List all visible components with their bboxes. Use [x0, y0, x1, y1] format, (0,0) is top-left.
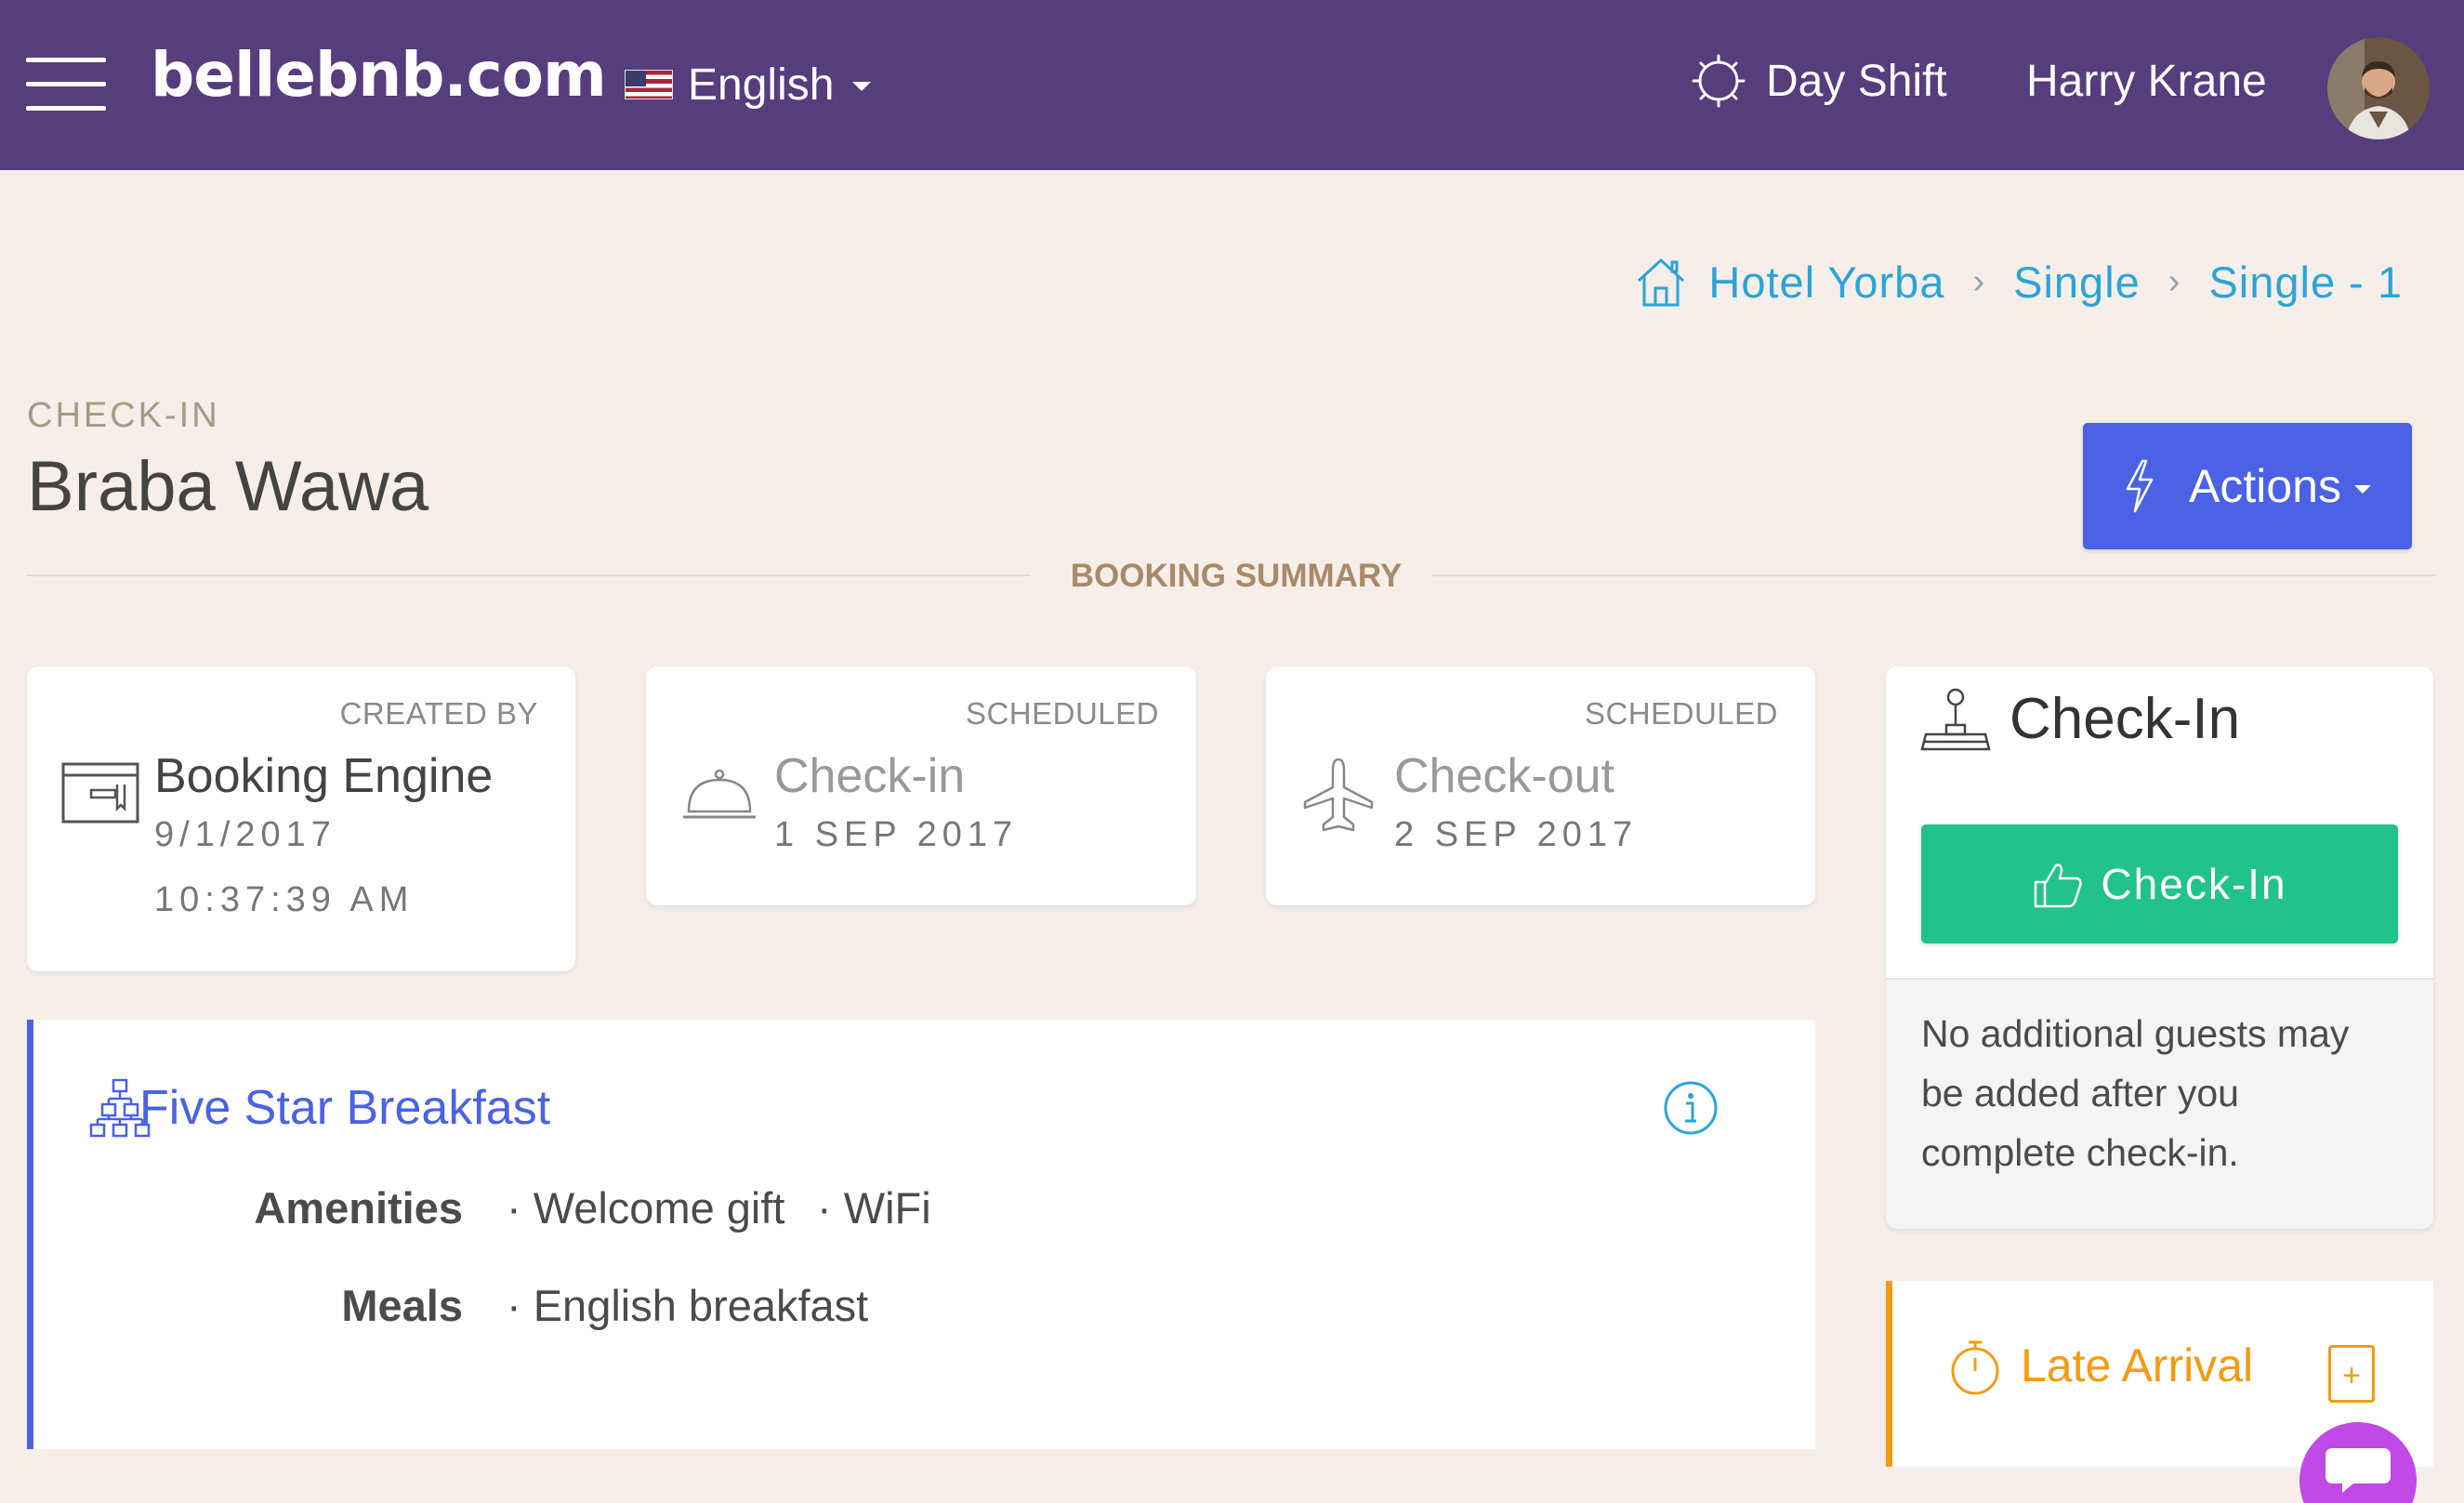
checkin-button-label: Check-In: [2101, 860, 2287, 908]
checkin-date: 1 SEP 2017: [774, 815, 1019, 854]
divider: [27, 574, 1031, 576]
card-tag: SCHEDULED: [1584, 696, 1778, 731]
stopwatch-icon: [1951, 1340, 1999, 1395]
card-tag: CREATED BY: [339, 696, 538, 731]
booking-engine-icon: [61, 762, 139, 824]
breadcrumb-room-type[interactable]: Single: [2013, 257, 2141, 308]
card-tag: SCHEDULED: [965, 696, 1159, 731]
card-title: Check-in: [774, 749, 966, 803]
meals-label: Meals: [341, 1281, 463, 1330]
created-by-card: CREATED BY Booking Engine 9/1/2017 10:37…: [27, 666, 575, 971]
breadcrumb-separator: ›: [1972, 261, 1986, 301]
shift-indicator[interactable]: Day Shift: [1692, 48, 1947, 113]
section-title: BOOKING SUMMARY: [1070, 558, 1403, 594]
meal-item: · English breakfast: [507, 1281, 869, 1330]
amenity-item: · Welcome gift: [507, 1183, 785, 1233]
divider: [1431, 574, 2436, 576]
actions-label: Actions: [2189, 460, 2341, 512]
created-date: 9/1/2017: [154, 815, 336, 854]
menu-icon[interactable]: [26, 58, 106, 112]
breadcrumb: Hotel Yorba › Single › Single - 1: [1634, 255, 2403, 309]
airplane-icon: [1303, 758, 1374, 832]
card-title: Check-out: [1394, 749, 1614, 803]
amenity-item: · WiFi: [817, 1183, 931, 1233]
breadcrumb-room[interactable]: Single - 1: [2208, 257, 2403, 308]
page-title: Braba Wawa: [27, 447, 429, 526]
breadcrumb-hotel[interactable]: Hotel Yorba: [1708, 257, 1944, 308]
lightning-icon: [2126, 459, 2154, 513]
sun-icon: [1692, 54, 1746, 108]
checkin-panel-title: Check-In: [2009, 687, 2241, 751]
actions-button[interactable]: Actions: [2083, 423, 2412, 549]
chevron-down-icon: [852, 82, 872, 91]
info-icon[interactable]: [1663, 1080, 1719, 1136]
breadcrumb-separator: ›: [2168, 261, 2181, 301]
card-title: Booking Engine: [154, 749, 494, 803]
top-navbar: bellebnb.com English Day Shift Harry Kra…: [0, 0, 2464, 170]
home-icon[interactable]: [1634, 255, 1688, 309]
avatar[interactable]: [2327, 37, 2430, 139]
chevron-down-icon: [2353, 484, 2371, 494]
page-eyebrow: CHECK-IN: [27, 396, 220, 435]
amenities-label: Amenities: [254, 1183, 463, 1233]
checkin-note: No additional guests may be added after …: [1921, 1012, 2350, 1174]
user-name[interactable]: Harry Krane: [2026, 48, 2267, 113]
chat-button[interactable]: [2299, 1422, 2417, 1503]
brand-logo[interactable]: bellebnb.com: [151, 39, 607, 111]
language-selector[interactable]: English: [625, 52, 872, 117]
scheduled-checkout-card: SCHEDULED Check-out 2 SEP 2017: [1266, 666, 1815, 905]
scheduled-checkin-card: SCHEDULED Check-in 1 SEP 2017: [646, 666, 1196, 905]
us-flag-icon: [625, 70, 673, 99]
joystick-icon: [1920, 688, 1991, 751]
shift-label: Day Shift: [1766, 56, 1947, 106]
checkout-date: 2 SEP 2017: [1394, 815, 1639, 854]
created-time: 10:37:39 AM: [154, 880, 415, 919]
package-title[interactable]: Five Star Breakfast: [139, 1080, 550, 1136]
service-bell-icon: [683, 769, 756, 819]
late-arrival-title: Late Arrival: [2021, 1339, 2254, 1391]
language-label: English: [688, 59, 835, 110]
thumbs-up-icon: [2035, 864, 2083, 908]
add-late-arrival-button[interactable]: +: [2328, 1345, 2375, 1403]
checkin-button[interactable]: Check-In: [1921, 824, 2398, 943]
chat-icon: [2326, 1448, 2391, 1493]
